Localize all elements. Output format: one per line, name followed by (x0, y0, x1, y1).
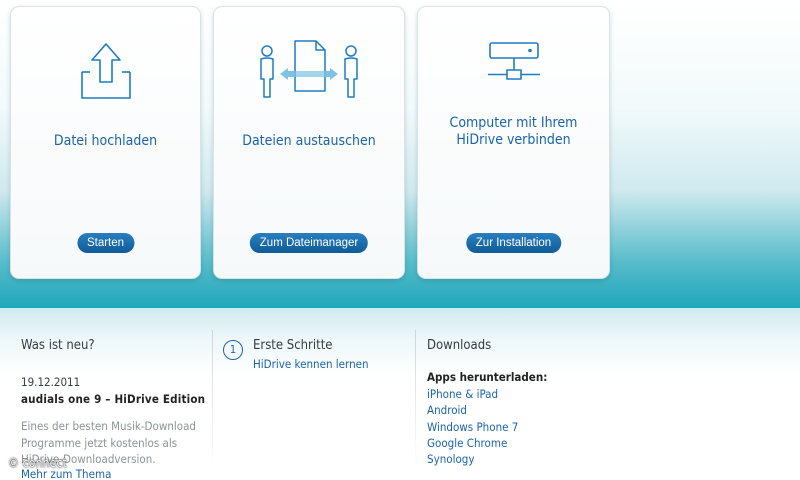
news-date: 19.12.2011 (21, 375, 81, 389)
upload-card: Datei hochladen Starten (10, 6, 201, 279)
hidrive-intro-link[interactable]: HiDrive kennen lernen (253, 357, 369, 371)
watermark: © connect (8, 456, 68, 470)
step-number-icon: 1 (223, 340, 243, 360)
news-heading: Was ist neu? (21, 338, 95, 353)
divider (415, 330, 416, 470)
network-drive-icon (485, 40, 543, 94)
installation-button[interactable]: Zur Installation (465, 233, 562, 253)
file-exchange-icon (258, 37, 360, 107)
start-button[interactable]: Starten (76, 233, 135, 253)
download-link-windows-phone[interactable]: Windows Phone 7 (427, 419, 518, 435)
download-link-chrome[interactable]: Google Chrome (427, 435, 518, 451)
upload-icon (76, 40, 136, 108)
download-link-synology[interactable]: Synology (427, 451, 518, 467)
connect-card: Computer mit Ihrem HiDrive verbinden Zur… (417, 6, 610, 279)
card-title-exchange: Dateien austauschen (242, 133, 376, 149)
apps-subheading: Apps herunterladen: (427, 370, 548, 384)
download-list: iPhone & iPad Android Windows Phone 7 Go… (427, 386, 518, 467)
card-title-connect: Computer mit Ihrem HiDrive verbinden (449, 115, 578, 148)
divider (212, 330, 213, 470)
steps-heading: Erste Schritte (253, 338, 333, 353)
download-link-iphone[interactable]: iPhone & iPad (427, 386, 518, 402)
downloads-heading: Downloads (427, 338, 492, 353)
card-title-upload: Datei hochladen (53, 133, 158, 149)
exchange-card: Dateien austauschen Zum Dateimanager (213, 6, 405, 279)
download-link-android[interactable]: Android (427, 402, 518, 418)
file-manager-button[interactable]: Zum Dateimanager (249, 233, 369, 253)
news-headline: audials one 9 – HiDrive Edition (21, 392, 206, 406)
